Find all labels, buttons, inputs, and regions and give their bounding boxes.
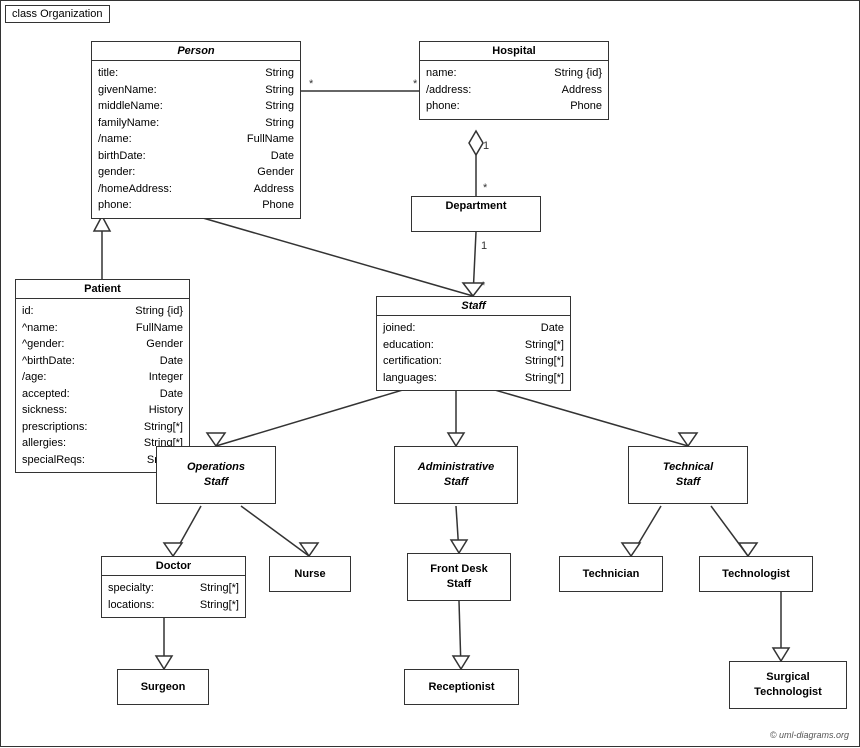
class-person: Person title:String givenName:String mid… (91, 41, 301, 219)
class-staff-attrs: joined:Date education:String[*] certific… (377, 316, 570, 390)
class-operations-staff: OperationsStaff (156, 446, 276, 504)
class-hospital-name: Hospital (420, 42, 608, 61)
class-technician: Technician (559, 556, 663, 592)
class-technical-staff-name: TechnicalStaff (657, 457, 719, 494)
copyright-text: © uml-diagrams.org (770, 730, 849, 740)
class-doctor: Doctor specialty:String[*] locations:Str… (101, 556, 246, 618)
class-admin-staff: AdministrativeStaff (394, 446, 518, 504)
class-technologist-name: Technologist (716, 565, 796, 583)
svg-text:*: * (481, 280, 486, 292)
class-front-desk: Front DeskStaff (407, 553, 511, 601)
class-doctor-name: Doctor (102, 557, 245, 576)
class-surgeon: Surgeon (117, 669, 209, 705)
class-surgical-technologist: SurgicalTechnologist (729, 661, 847, 709)
class-person-name: Person (92, 42, 300, 61)
class-technician-name: Technician (577, 565, 646, 583)
svg-text:*: * (413, 78, 418, 90)
class-nurse: Nurse (269, 556, 351, 592)
class-department-name: Department (412, 197, 540, 215)
class-technical-staff: TechnicalStaff (628, 446, 748, 504)
class-surgical-technologist-name: SurgicalTechnologist (748, 667, 828, 704)
class-technologist: Technologist (699, 556, 813, 592)
svg-text:1: 1 (481, 240, 487, 252)
svg-text:*: * (309, 78, 314, 90)
class-patient: Patient id:String {id} ^name:FullName ^g… (15, 279, 190, 473)
class-staff-name: Staff (377, 297, 570, 316)
class-receptionist-name: Receptionist (422, 678, 500, 696)
class-admin-staff-name: AdministrativeStaff (412, 457, 500, 494)
class-nurse-name: Nurse (288, 565, 331, 583)
diagram-container: class Organization * * 1 * 1 * (0, 0, 860, 747)
diagram-title: class Organization (5, 5, 110, 23)
class-department: Department (411, 196, 541, 232)
svg-text:1: 1 (483, 140, 489, 152)
class-front-desk-name: Front DeskStaff (424, 559, 493, 596)
class-patient-name: Patient (16, 280, 189, 299)
class-surgeon-name: Surgeon (135, 678, 192, 696)
class-doctor-attrs: specialty:String[*] locations:String[*] (102, 576, 245, 617)
svg-text:*: * (483, 182, 488, 194)
class-hospital-attrs: name:String {id} /address:Address phone:… (420, 61, 608, 119)
class-receptionist: Receptionist (404, 669, 519, 705)
class-hospital: Hospital name:String {id} /address:Addre… (419, 41, 609, 120)
class-person-attrs: title:String givenName:String middleName… (92, 61, 300, 218)
class-operations-staff-name: OperationsStaff (181, 457, 251, 494)
class-staff: Staff joined:Date education:String[*] ce… (376, 296, 571, 391)
